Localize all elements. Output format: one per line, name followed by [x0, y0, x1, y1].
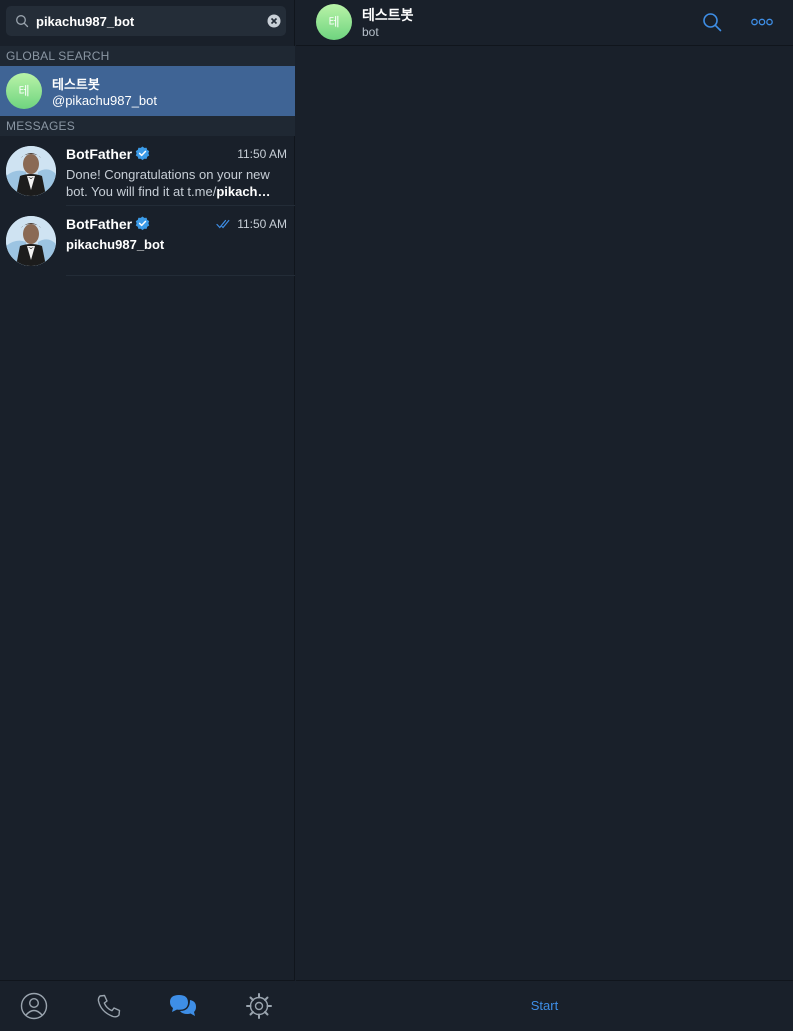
result-title: 테스트봇	[52, 78, 100, 93]
start-button[interactable]: Start	[296, 981, 793, 1031]
search-bar[interactable]	[6, 6, 286, 36]
preview-text: bot. You will find it at t.me/	[66, 184, 217, 199]
verified-icon	[135, 216, 150, 231]
chat-footer: Start	[296, 980, 793, 1031]
messages-header: MESSAGES	[0, 116, 295, 136]
search-icon	[16, 15, 29, 28]
avatar	[6, 146, 56, 196]
double-check-icon	[216, 219, 230, 229]
message-item[interactable]: BotFather 11:50 AM Done! Congratulations…	[0, 136, 295, 206]
avatar[interactable]: 테	[316, 4, 352, 40]
verified-icon	[135, 146, 150, 161]
search-icon[interactable]	[702, 12, 722, 32]
message-preview-line2: bot. You will find it at t.me/pikach…	[66, 184, 288, 199]
calls-icon[interactable]	[95, 992, 123, 1020]
search-input[interactable]	[36, 6, 261, 36]
message-preview-line1: Done! Congratulations on your new	[66, 167, 270, 182]
row-divider	[66, 275, 295, 276]
chat-name: BotFather	[66, 216, 133, 232]
chat-title[interactable]: 테스트봇	[362, 5, 414, 25]
chat-subtitle: bot	[362, 25, 379, 39]
chat-header: 테 테스트봇 bot	[296, 0, 793, 46]
global-search-header: GLOBAL SEARCH	[0, 46, 295, 66]
settings-icon[interactable]	[245, 992, 273, 1020]
message-time: 11:50 AM	[237, 217, 287, 231]
message-time: 11:50 AM	[237, 147, 287, 161]
clear-icon[interactable]	[267, 14, 281, 28]
bottom-tab-bar	[0, 980, 295, 1031]
chats-icon[interactable]	[169, 992, 197, 1020]
global-search-result[interactable]: 테 테스트봇 @pikachu987_bot	[0, 66, 295, 116]
more-icon[interactable]	[751, 17, 773, 27]
message-item[interactable]: BotFather 11:50 AM pikachu987_bot	[0, 206, 295, 276]
preview-link: pikach…	[216, 184, 271, 199]
message-preview: pikachu987_bot	[66, 237, 165, 252]
avatar	[6, 216, 56, 266]
contacts-icon[interactable]	[20, 992, 48, 1020]
result-username: @pikachu987_bot	[52, 93, 157, 108]
chat-name: BotFather	[66, 146, 133, 162]
chat-list-sidebar: GLOBAL SEARCH 테 테스트봇 @pikachu987_bot MES…	[0, 0, 295, 1031]
avatar: 테	[6, 73, 42, 109]
